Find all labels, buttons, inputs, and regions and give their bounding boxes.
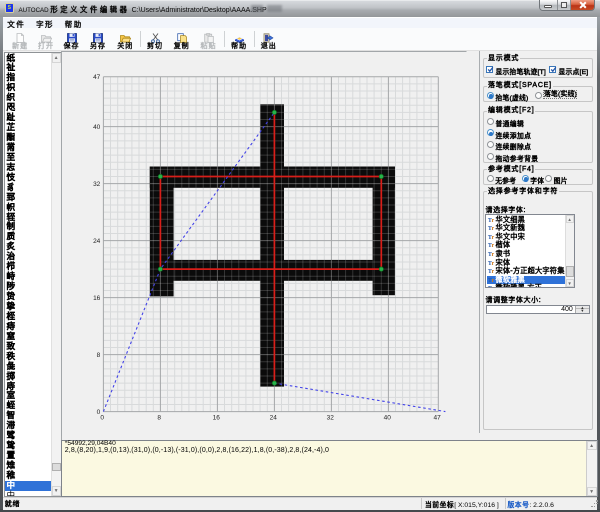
svg-text:24: 24 [270, 415, 278, 422]
svg-text:40: 40 [93, 124, 101, 131]
svg-text:16: 16 [213, 415, 221, 422]
svg-text:8: 8 [97, 352, 101, 359]
svg-text:0: 0 [97, 409, 101, 416]
svg-text:47: 47 [433, 415, 441, 422]
svg-text:8: 8 [157, 415, 161, 422]
svg-text:0: 0 [100, 415, 104, 422]
svg-text:40: 40 [384, 415, 392, 422]
svg-text:16: 16 [93, 295, 101, 302]
svg-text:24: 24 [93, 238, 101, 245]
svg-text:32: 32 [327, 415, 335, 422]
svg-text:47: 47 [93, 74, 101, 81]
svg-text:32: 32 [93, 181, 101, 188]
